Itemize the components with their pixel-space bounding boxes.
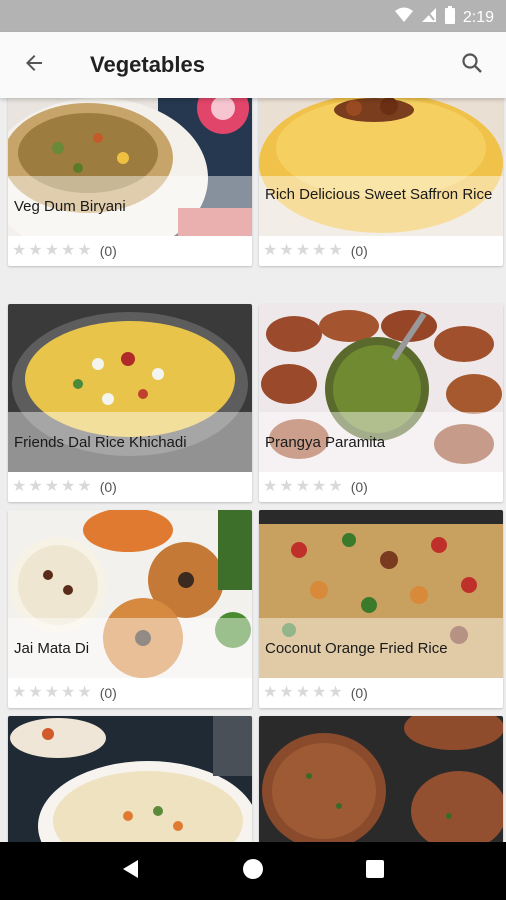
star-icon: ★ (77, 478, 92, 495)
recipe-title: Rich Delicious Sweet Saffron Rice (265, 186, 493, 203)
star-icon: ★ (28, 684, 43, 701)
recipe-card[interactable]: Veg Dum Biryani ★ ★ ★ ★ ★ (0) (8, 98, 252, 266)
star-icon: ★ (28, 242, 43, 259)
star-icon: ★ (328, 684, 343, 701)
wifi-icon (394, 7, 413, 28)
nav-recents-button[interactable] (355, 851, 395, 891)
rating-row: ★ ★ ★ ★ ★ (0) (259, 678, 503, 708)
recipe-card[interactable]: Jai Mata Di ★ ★ ★ ★ ★ (0) (8, 510, 252, 708)
recipe-card[interactable]: Prangya Paramita ★ ★ ★ ★ ★ (0) (259, 304, 503, 502)
star-icon: ★ (44, 242, 60, 259)
status-time: 2:19 (462, 8, 494, 26)
back-button[interactable] (14, 45, 54, 85)
star-icon: ★ (295, 242, 311, 259)
recipe-title: Veg Dum Biryani (14, 198, 126, 215)
star-icon: ★ (312, 684, 327, 701)
nav-home-button[interactable] (233, 851, 273, 891)
star-icon: ★ (328, 242, 343, 259)
signal-icon (421, 7, 437, 28)
page-title: Vegetables (90, 52, 205, 77)
star-icon: ★ (295, 684, 311, 701)
status-icons: 2:19 (394, 6, 494, 29)
rating-count: (0) (350, 479, 368, 495)
app-bar: Vegetables (0, 32, 506, 98)
recipe-card[interactable]: Coconut Orange Fried Rice ★ ★ ★ ★ ★ (0) (259, 510, 503, 708)
nav-back-button[interactable] (111, 851, 151, 891)
star-icon: ★ (28, 478, 43, 495)
search-button[interactable] (452, 45, 492, 85)
star-icon: ★ (44, 684, 60, 701)
star-icon: ★ (61, 478, 76, 495)
recipe-card[interactable] (8, 716, 252, 842)
rating-row: ★ ★ ★ ★ ★ (0) (8, 472, 252, 502)
recipe-card[interactable] (259, 716, 503, 842)
search-icon (460, 51, 484, 80)
recipe-title: Jai Mata Di (14, 640, 90, 657)
system-nav-bar (0, 842, 506, 900)
rating-row: ★ ★ ★ ★ ★ (0) (259, 236, 503, 266)
status-bar: 2:19 (0, 0, 506, 32)
rating-row: ★ ★ ★ ★ ★ (0) (8, 678, 252, 708)
recipe-grid: Veg Dum Biryani ★ ★ ★ ★ ★ (0) Rich Delic… (0, 98, 506, 842)
star-icon: ★ (61, 684, 76, 701)
star-icon: ★ (328, 478, 343, 495)
recipe-card[interactable]: Rich Delicious Sweet Saffron Rice ★ ★ ★ … (259, 98, 503, 266)
square-recents-icon (365, 859, 385, 884)
star-icon: ★ (263, 478, 278, 495)
rating-count: (0) (350, 685, 368, 701)
recipe-title: Prangya Paramita (265, 434, 386, 451)
star-icon: ★ (263, 684, 278, 701)
star-icon: ★ (12, 478, 27, 495)
arrow-back-icon (22, 51, 46, 80)
star-icon: ★ (279, 242, 294, 259)
rating-count: (0) (99, 243, 117, 259)
recipe-image (259, 716, 503, 842)
star-icon: ★ (44, 478, 60, 495)
star-icon: ★ (61, 242, 76, 259)
rating-row: ★ ★ ★ ★ ★ (0) (259, 472, 503, 502)
recipe-title: Friends Dal Rice Khichadi (14, 434, 187, 451)
star-icon: ★ (279, 684, 294, 701)
star-icon: ★ (12, 242, 27, 259)
rating-count: (0) (350, 243, 368, 259)
circle-home-icon (242, 858, 264, 885)
star-icon: ★ (312, 478, 327, 495)
star-icon: ★ (77, 684, 92, 701)
star-icon: ★ (312, 242, 327, 259)
star-icon: ★ (12, 684, 27, 701)
rating-count: (0) (99, 685, 117, 701)
recipe-title: Coconut Orange Fried Rice (265, 640, 448, 657)
recipe-card[interactable]: Friends Dal Rice Khichadi ★ ★ ★ ★ ★ (0) (8, 304, 252, 502)
rating-count: (0) (99, 479, 117, 495)
recipe-image (8, 716, 252, 842)
rating-row: ★ ★ ★ ★ ★ (0) (8, 236, 252, 266)
star-icon: ★ (263, 242, 278, 259)
star-icon: ★ (295, 478, 311, 495)
triangle-back-icon (120, 858, 142, 885)
battery-icon (444, 6, 455, 29)
star-icon: ★ (279, 478, 294, 495)
star-icon: ★ (77, 242, 92, 259)
